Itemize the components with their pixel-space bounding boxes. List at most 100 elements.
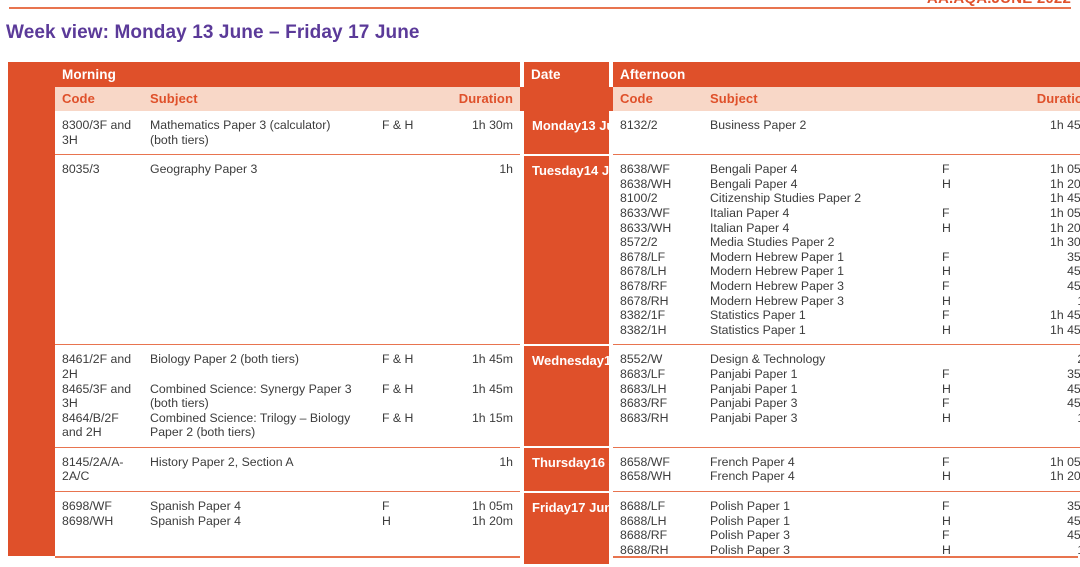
morning-subject-cell-line: Paper 2 (both tiers): [150, 425, 256, 440]
morning-duration-cell-line: 1h 05m: [471, 499, 513, 514]
afternoon-tier-header: [935, 87, 1029, 111]
date-cell-tuesday: Tuesday14 June: [524, 153, 632, 345]
afternoon-tier-cell-line: F: [942, 278, 950, 293]
afternoon-duration-cell-line: 35m: [1067, 499, 1080, 514]
morning-tier-cell-line: [382, 396, 447, 411]
morning-subject-cell-line: Spanish Paper 4: [150, 499, 241, 514]
date-cell-thursday: Thursday16 June: [524, 446, 639, 492]
afternoon-code-cell-line: 8638/WH: [620, 176, 672, 191]
afternoon-duration-cell: 35m45m45m1h: [1029, 491, 1080, 565]
afternoon-duration-cell-line: 45m: [1067, 264, 1080, 279]
afternoon-tier-cell-line: F: [942, 308, 950, 323]
morning-tier-cell-line: H: [382, 513, 391, 528]
morning-tier-cell: [375, 154, 447, 345]
afternoon-duration-cell-line: 1h 20m: [1049, 220, 1080, 235]
date-day-number: 17 June: [571, 499, 620, 515]
afternoon-code-cell-line: 8633/WF: [620, 205, 670, 220]
afternoon-subject-cell-line: Bengali Paper 4: [710, 162, 798, 177]
afternoon-code-cell-line: 8688/LH: [620, 513, 667, 528]
afternoon-tier-cell-line: F: [942, 396, 950, 411]
morning-code-cell: 8698/WF 8698/WH: [55, 491, 143, 565]
morning-tier-cell-line: [382, 162, 447, 177]
left-accent-bar: [8, 62, 55, 556]
morning-subject-cell-line: Mathematics Paper 3 (calculator): [150, 118, 331, 132]
morning-subject-header: Subject: [143, 87, 375, 111]
afternoon-tier-cell: FHFH: [935, 491, 1029, 565]
table-row: 8300/3F and 3H Mathematics Paper 3 (calcul…: [55, 111, 1080, 155]
date-day-name: Tuesday: [532, 162, 584, 178]
morning-duration-cell-line: 1h 15m: [471, 410, 513, 425]
afternoon-duration-cell-line: 1h 45m: [1049, 191, 1080, 206]
morning-subject-cell-line: Combined Science: Trilogy – Biology: [150, 410, 351, 425]
morning-duration-cell-line: 1h: [499, 454, 513, 469]
morning-subject-cell: Geography Paper 3: [143, 154, 375, 345]
afternoon-code-cell: 8688/LF 8688/LH 8688/RF 8688/RH: [613, 491, 703, 565]
morning-tier-cell-line: F & H: [382, 381, 414, 396]
section-band-row: Morning Date Afternoon: [55, 62, 1080, 87]
morning-duration-cell-line: [447, 425, 513, 440]
morning-subject-cell-line: [150, 367, 375, 382]
morning-code-cell-line: and 2H: [62, 425, 102, 440]
morning-duration-cell: 1h 45m 1h 45m 1h 15m: [447, 344, 520, 448]
morning-duration-cell-line: 1h 45m: [471, 381, 513, 396]
morning-code-cell-line: 8698/WH: [62, 513, 114, 528]
morning-code-cell: 8461/2F and 2H 8465/3F and 3H 8464/B/2F and 2…: [55, 344, 143, 448]
afternoon-code-cell-line: 8678/LF: [620, 249, 666, 264]
afternoon-duration-cell-line: 1h: [1029, 543, 1080, 558]
morning-duration-cell-line: [447, 367, 513, 382]
afternoon-tier-cell: FHFH: [935, 344, 1029, 448]
afternoon-code-cell-line: 8678/RF: [620, 278, 668, 293]
morning-duration-cell-line: 1h 20m: [471, 513, 513, 528]
morning-duration-cell-line: 1h: [499, 162, 513, 177]
afternoon-subject-cell-line: Polish Paper 3: [710, 528, 790, 543]
top-divider: [9, 7, 1071, 9]
date-day-name: Monday: [532, 118, 582, 133]
afternoon-tier-cell-line: F: [942, 205, 950, 220]
morning-tier-cell-line: [382, 425, 447, 440]
afternoon-duration-cell-line: 35m: [1067, 366, 1080, 381]
afternoon-tier-cell-line: F: [942, 454, 950, 469]
afternoon-tier-cell-line: [942, 352, 1029, 367]
morning-code-cell-line: 3H: [62, 396, 78, 411]
table-head: Morning Date Afternoon Code Subject Dura…: [55, 62, 1080, 111]
morning-code-cell-line: 3H: [62, 132, 78, 147]
afternoon-subject-cell-line: Polish Paper 1: [710, 513, 790, 528]
afternoon-code-cell-line: 8382/1H: [620, 322, 667, 337]
afternoon-duration-cell-line: 35m: [1067, 249, 1080, 264]
afternoon-tier-cell-line: F: [942, 366, 950, 381]
afternoon-code-cell: 8658/WF 8658/WH: [613, 446, 703, 492]
afternoon-duration-cell-line: 45m: [1067, 528, 1080, 543]
afternoon-tier-cell-line: F: [942, 499, 950, 514]
table-row: 8698/WF 8698/WH Spanish Paper 4 Spanish Pap…: [55, 490, 1080, 565]
afternoon-code-cell-line: 8683/RH: [620, 410, 669, 425]
afternoon-code-cell-line: 8678/LH: [620, 264, 667, 279]
afternoon-subject-cell-line: Modern Hebrew Paper 1: [710, 264, 844, 279]
morning-duration-cell: 1h 30m: [447, 111, 520, 155]
morning-code-cell: 8145/2A/A- 2A/C: [55, 446, 143, 492]
afternoon-subject-cell: Design & Technology Panjabi Paper 1 Panjab…: [703, 344, 935, 448]
morning-subject-cell-line: Combined Science: Synergy Paper 3: [150, 381, 352, 396]
morning-subject-cell-line: Spanish Paper 4: [150, 513, 241, 528]
afternoon-duration-cell: 1h 05m1h 20m: [1029, 446, 1080, 492]
table-row: 8035/3 Geography Paper 3 1h Tuesday14 June…: [55, 153, 1080, 345]
morning-subject-cell: History Paper 2, Section A: [143, 446, 375, 492]
afternoon-tier-cell-line: F: [942, 162, 950, 177]
afternoon-code-cell-line: 8683/LH: [620, 381, 667, 396]
afternoon-code-cell-line: 8100/2: [620, 191, 658, 206]
morning-code-cell-line: 8698/WF: [62, 499, 112, 514]
morning-tier-cell-line: F & H: [382, 410, 414, 425]
afternoon-code-cell-line: 8572/2: [620, 235, 658, 250]
morning-code-cell-line: 8035/3: [62, 162, 100, 177]
morning-duration-cell-line: [447, 133, 513, 148]
morning-code-cell-line: 8145/2A/A-: [62, 454, 124, 469]
morning-code-cell-line: 8465/3F and: [62, 381, 132, 396]
page-title: Week view: Monday 13 June – Friday 17 Ju…: [6, 22, 420, 43]
afternoon-duration-cell: 1h 45m: [1029, 111, 1080, 155]
afternoon-duration-cell-line: 1h 20m: [1049, 176, 1080, 191]
date-day-name: Wednesday: [532, 352, 605, 368]
morning-band-label: Morning: [55, 62, 520, 87]
afternoon-subject-cell-line: Modern Hebrew Paper 3: [710, 278, 844, 293]
morning-tier-cell-line: [382, 133, 447, 148]
date-cell-wednesday: Wednesday15 June: [524, 343, 652, 448]
afternoon-duration-cell-line: 45m: [1067, 278, 1080, 293]
